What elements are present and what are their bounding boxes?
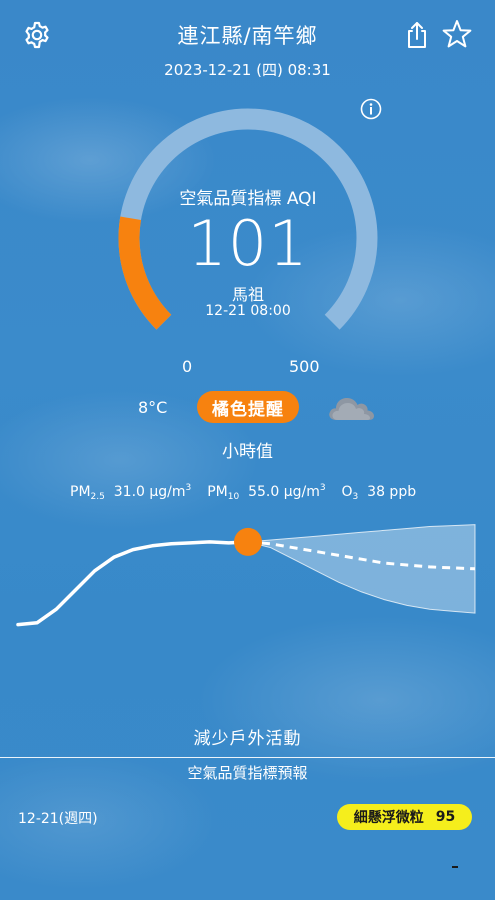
share-icon[interactable] (401, 19, 433, 51)
o3-value: 38 ppb (367, 484, 417, 500)
o3-name: O (341, 484, 353, 500)
scroll-indicator (452, 866, 458, 868)
update-datetime: 2023-12-21 (四) 08:31 (164, 61, 331, 79)
pm10-name: PM (207, 484, 228, 500)
current-value-marker (234, 527, 262, 556)
station-time: 12-21 08:00 (205, 303, 291, 319)
history-line (16, 540, 250, 627)
temperature: 8°C (138, 398, 168, 417)
forecast-pollutant-badge[interactable]: 細懸浮微粒 95 (337, 804, 472, 830)
hourly-value-label: 小時值 (222, 442, 273, 462)
divider (0, 757, 495, 758)
cloud-icon (326, 392, 376, 426)
pm10-reading: PM10 55.0 μg/m3 (207, 483, 325, 502)
forecast-pollutant-value: 95 (435, 809, 456, 825)
gauge-max-label: 500 (289, 357, 320, 376)
aqi-label: 空氣品質指標 AQI (179, 189, 317, 209)
o3-sub: 3 (352, 492, 359, 502)
gauge-min-label: 0 (182, 357, 193, 376)
aqi-status-badge: 橘色提醒 (197, 391, 299, 423)
aqi-value: 101 (187, 207, 309, 280)
health-advice: 減少戶外活動 (193, 729, 302, 749)
pm25-reading: PM2.5 31.0 μg/m3 (70, 483, 191, 502)
forecast-date: 12-21(週四) (18, 811, 98, 827)
forecast-pollutant-name: 細懸浮微粒 (353, 810, 424, 826)
favorite-star-icon[interactable] (441, 18, 473, 50)
forecast-title: 空氣品質指標預報 (187, 764, 308, 782)
pm25-name: PM (70, 484, 91, 500)
pm10-value: 55.0 μg/m (248, 484, 320, 500)
pm25-sub: 2.5 (90, 492, 105, 502)
pm25-unit-sup: 3 (185, 483, 192, 493)
pm10-unit-sup: 3 (319, 483, 326, 493)
aqi-trend-chart (16, 524, 476, 627)
pollutant-readings: PM2.5 31.0 μg/m3 PM10 55.0 μg/m3 O3 38 p… (70, 483, 416, 502)
pm10-sub: 10 (227, 492, 240, 502)
station-name: 馬祖 (231, 285, 264, 304)
pm25-value: 31.0 μg/m (113, 484, 186, 500)
forecast-range-band (247, 524, 476, 614)
o3-reading: O3 38 ppb (342, 484, 417, 502)
